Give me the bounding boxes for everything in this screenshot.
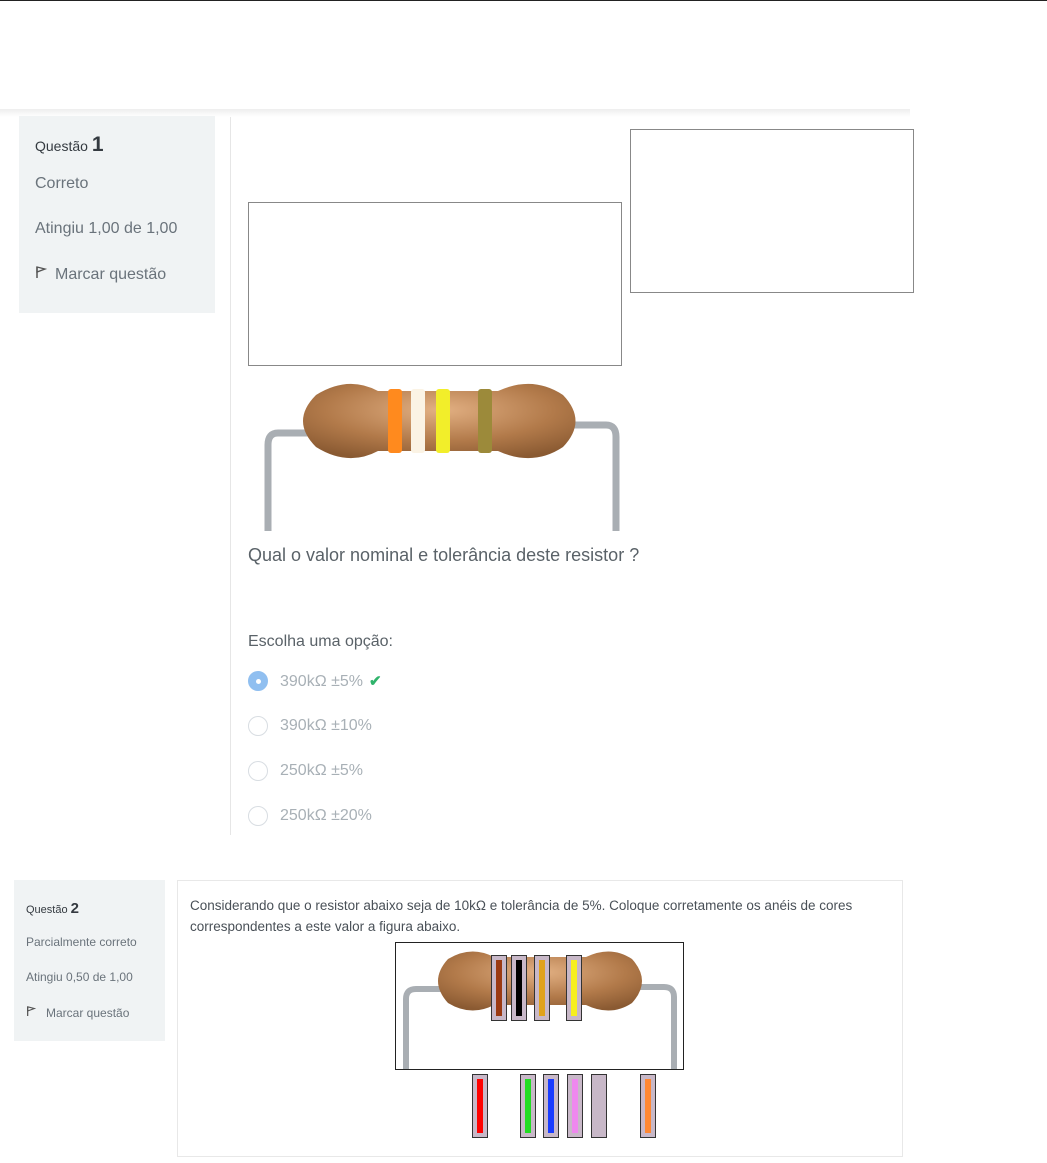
resistor-band-4 (478, 389, 492, 453)
option-4-radio[interactable] (248, 806, 268, 826)
question-1-content: Qual o valor nominal e tolerância deste … (230, 117, 914, 835)
option-2-radio[interactable] (248, 716, 268, 736)
placed-ring-2[interactable] (511, 955, 527, 1021)
ring-color (645, 1079, 651, 1133)
question-label: Questão (26, 904, 68, 916)
question-1-info: Questão 1 Correto Atingiu 1,00 de 1,00 M… (19, 116, 215, 313)
top-border (0, 0, 1047, 1)
placed-ring-4[interactable] (566, 955, 582, 1021)
question-number: Questão 1 (35, 133, 104, 157)
question-number: Questão 2 (26, 900, 79, 917)
resistor-band-3 (436, 389, 450, 453)
option-1-label: 390kΩ ±5% (280, 673, 364, 690)
question-number-value: 2 (70, 900, 79, 917)
ring-choice-5[interactable] (591, 1074, 607, 1138)
ring-color (496, 960, 502, 1016)
ring-color (477, 1079, 483, 1133)
option-3-radio[interactable] (248, 761, 268, 781)
question-label: Questão (35, 138, 88, 154)
question-2-info: Questão 2 Parcialmente correto Atingiu 0… (14, 880, 165, 1041)
check-icon: ✔ (369, 673, 382, 690)
ring-color (539, 960, 545, 1016)
ring-choice-1[interactable] (472, 1074, 488, 1138)
option-1-radio[interactable] (248, 671, 268, 691)
resistor-band-2 (411, 389, 425, 453)
question-2-content: Considerando que o resistor abaixo seja … (177, 880, 903, 1157)
image-box-left (248, 202, 622, 366)
answer-prompt: Escolha uma opção: (248, 633, 393, 650)
question-text: Qual o valor nominal e tolerância deste … (248, 545, 640, 565)
option-2-label: 390kΩ ±10% (280, 717, 372, 734)
flag-question-link[interactable]: Marcar questão (26, 1005, 129, 1020)
ring-choice-2[interactable] (520, 1074, 536, 1138)
question-text: Considerando que o resistor abaixo seja … (190, 898, 853, 934)
resistor-image (248, 375, 628, 531)
question-state: Correto (35, 175, 89, 192)
placed-ring-3[interactable] (534, 955, 550, 1021)
resistor-drop-area[interactable] (395, 942, 684, 1070)
ring-choice-4[interactable] (567, 1074, 583, 1138)
question-number-value: 1 (91, 133, 104, 156)
image-box-right (630, 129, 914, 293)
ring-color (548, 1079, 554, 1133)
flag-question-label: Marcar questão (46, 1006, 130, 1020)
option-4-label: 250kΩ ±20% (280, 807, 372, 824)
ring-color (572, 1079, 578, 1133)
ring-color (571, 960, 577, 1016)
placed-ring-1[interactable] (491, 955, 507, 1021)
question-grade: Atingiu 0,50 de 1,00 (26, 970, 133, 984)
ring-color (596, 1079, 602, 1133)
ring-color (525, 1079, 531, 1133)
ring-choice-3[interactable] (543, 1074, 559, 1138)
ring-choice-6[interactable] (640, 1074, 656, 1138)
question-state: Parcialmente correto (26, 935, 137, 949)
resistor-band-1 (388, 389, 402, 453)
flag-question-link[interactable]: Marcar questão (35, 265, 166, 284)
flag-question-label: Marcar questão (55, 266, 167, 283)
option-3-label: 250kΩ ±5% (280, 762, 364, 779)
flag-icon (35, 265, 49, 279)
question-grade: Atingiu 1,00 de 1,00 (35, 220, 178, 237)
flag-icon (26, 1005, 40, 1017)
ring-color (516, 960, 522, 1016)
